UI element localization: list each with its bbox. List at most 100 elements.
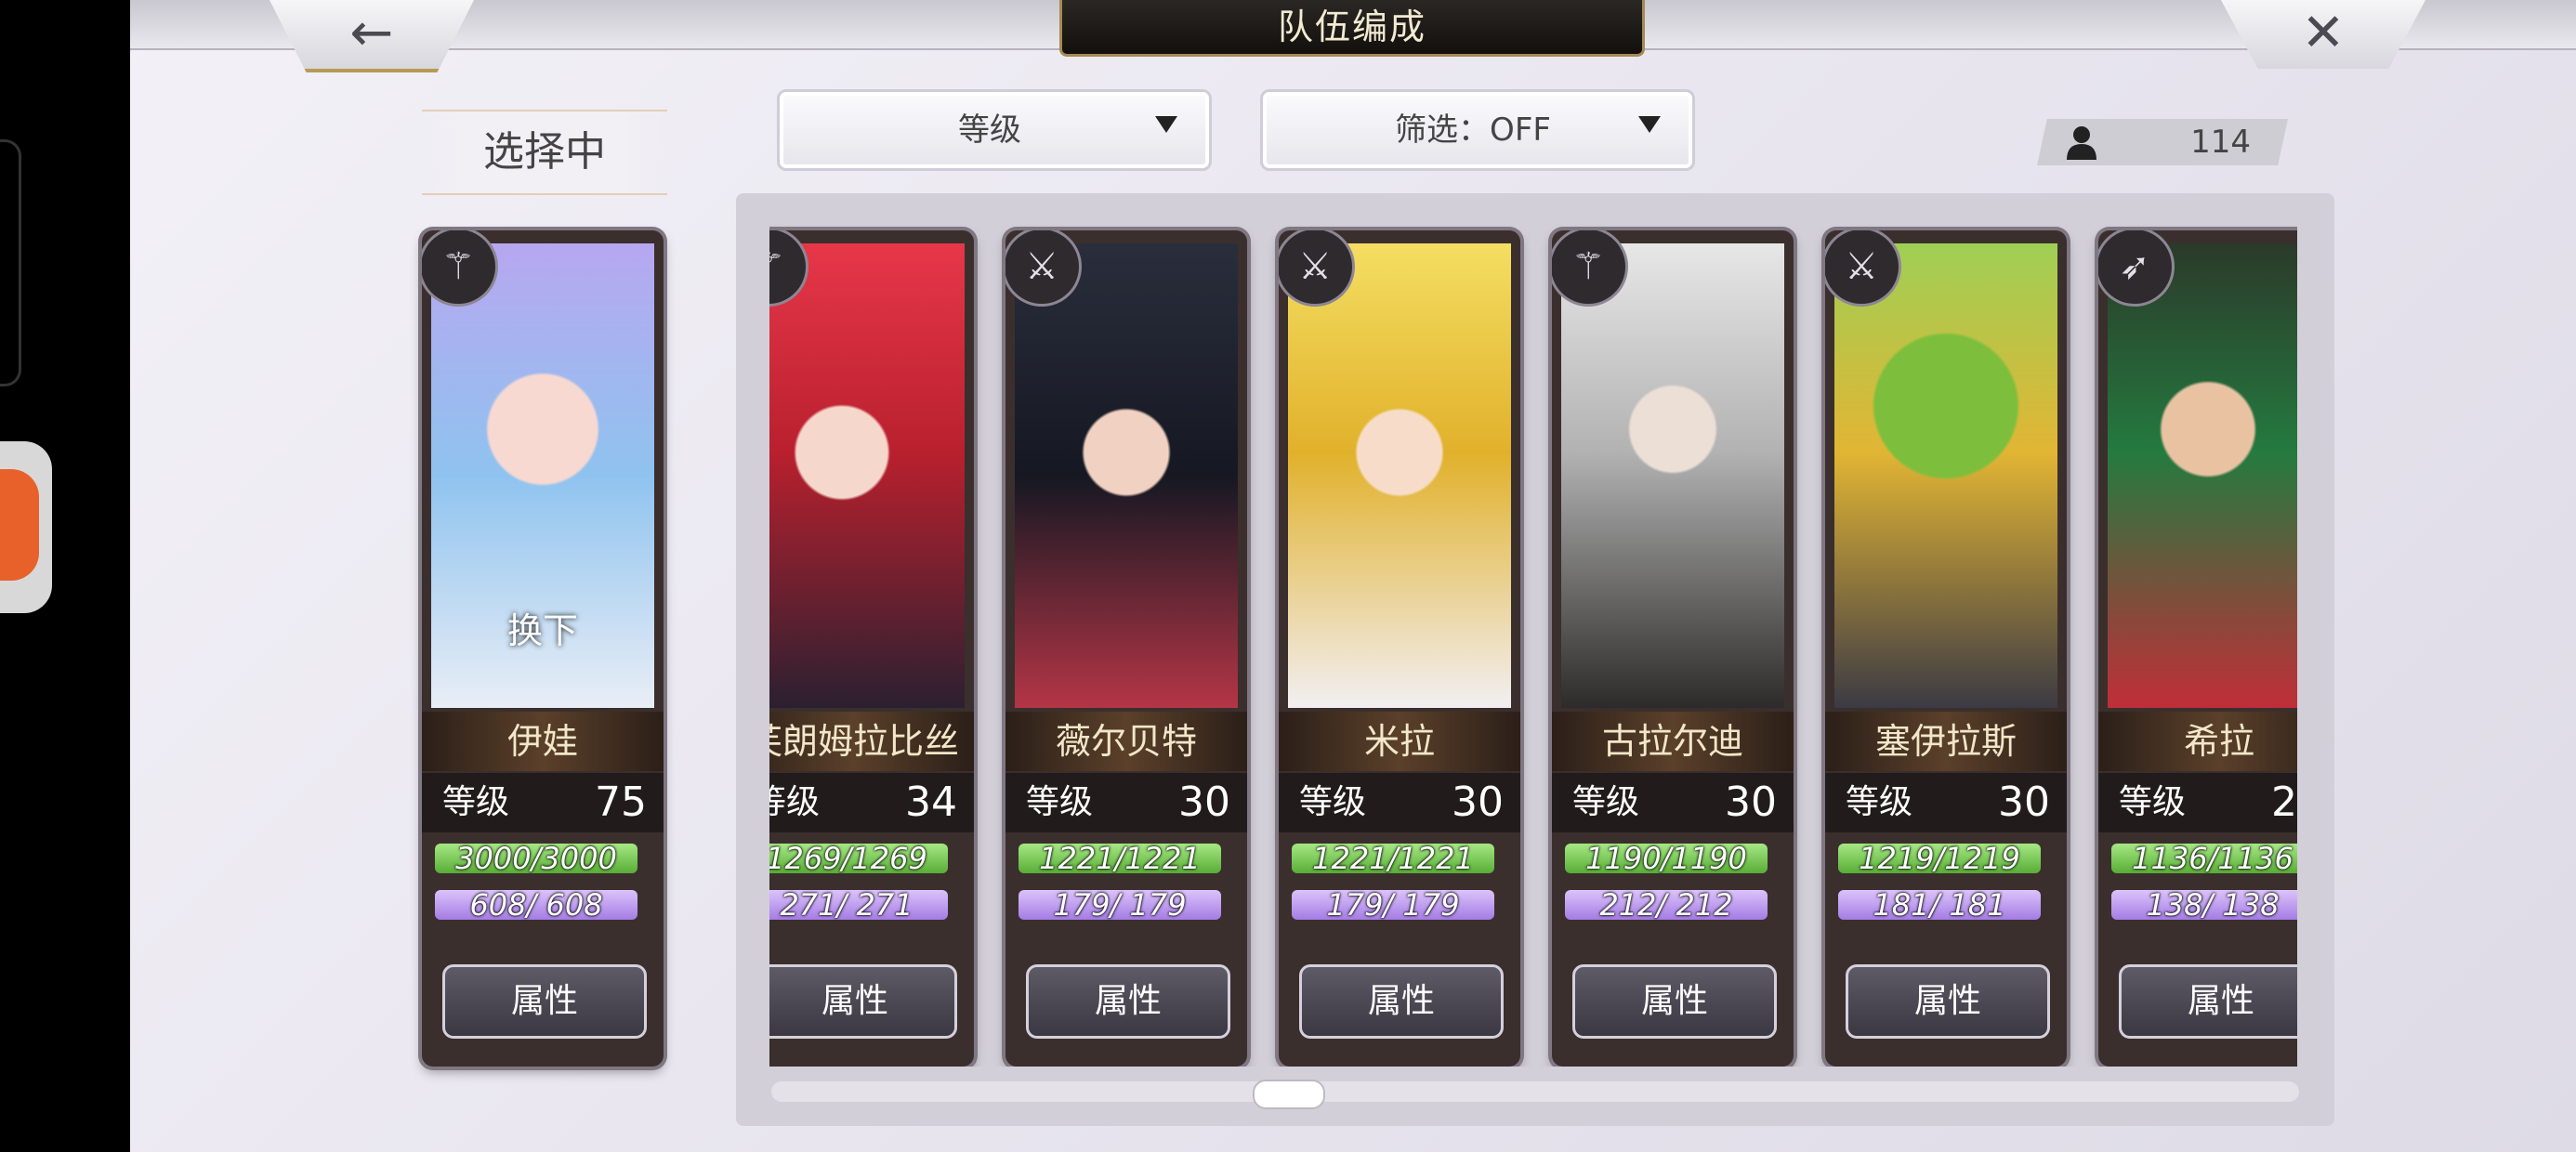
mp-value: 181/ 181 xyxy=(1873,887,2006,923)
roster-count-value: 114 xyxy=(2190,124,2251,161)
mp-value: 179/ 179 xyxy=(1053,887,1187,923)
character-name: 希拉 xyxy=(2183,721,2254,762)
character-card[interactable]: ⚔ 塞伊拉斯 等级 30 1219/1219 181/ 181 属性 xyxy=(1825,230,2067,1067)
hp-bar: 1219/1219 xyxy=(1838,844,2041,873)
selecting-label: 选择中 xyxy=(483,128,606,176)
character-name-plate: 薇尔贝特 xyxy=(1005,712,1247,771)
character-portrait xyxy=(1561,243,1784,708)
hp-value: 3000/3000 xyxy=(455,841,617,876)
close-icon: ✕ xyxy=(2301,3,2346,63)
hp-value: 1136/1136 xyxy=(2132,841,2293,876)
weapon-type-icon: ⚚ xyxy=(769,230,808,307)
attributes-button[interactable]: 属性 xyxy=(1846,964,2050,1039)
level-value: 34 xyxy=(905,779,957,826)
weapon-type-icon: ➶ xyxy=(2098,230,2175,307)
level-row: 等级 75 xyxy=(422,773,664,832)
close-button[interactable]: ✕ xyxy=(2221,0,2425,69)
attributes-button[interactable]: 属性 xyxy=(1572,964,1777,1039)
level-label: 等级 xyxy=(769,783,821,821)
level-row: 等级 30 xyxy=(1279,773,1520,832)
attributes-button-label: 属性 xyxy=(1367,982,1435,1020)
character-name-plate: 芙朗姆拉比丝 xyxy=(769,712,974,771)
hp-value: 1219/1219 xyxy=(1859,841,2020,876)
level-value: 30 xyxy=(1998,779,2050,826)
level-label: 等级 xyxy=(1572,783,1640,821)
character-list[interactable]: ⚚ 芙朗姆拉比丝 等级 34 1269/1269 271/ 271 属性 ⚔ 薇… xyxy=(769,221,2297,1067)
weapon-type-icon: ⚚ xyxy=(1552,230,1628,307)
floating-app-icon[interactable] xyxy=(0,441,52,613)
page-title-bar: 队伍编成 xyxy=(1059,0,1645,57)
filter-dropdown-label: 筛选：OFF xyxy=(1395,111,1551,149)
character-card[interactable]: ⚚ 芙朗姆拉比丝 等级 34 1269/1269 271/ 271 属性 xyxy=(769,230,974,1067)
mp-bar: 271/ 271 xyxy=(769,890,948,920)
mp-bar: 212/ 212 xyxy=(1565,890,1768,920)
selected-character-card[interactable]: 换下 ⚚ 伊娃 等级 75 3000/3000 608/ 608 属性 xyxy=(422,230,664,1067)
level-label: 等级 xyxy=(1846,783,1913,821)
level-row: 等级 27 xyxy=(2098,773,2297,832)
attributes-button-label: 属性 xyxy=(821,982,888,1020)
back-arrow-icon: ← xyxy=(349,3,394,63)
device-left-bar xyxy=(0,0,130,1152)
hp-value: 1221/1221 xyxy=(1312,841,1474,876)
side-panel-handle[interactable] xyxy=(0,139,21,386)
hp-value: 1269/1269 xyxy=(769,841,927,876)
character-name-plate: 希拉 xyxy=(2098,712,2297,771)
character-portrait xyxy=(1834,243,2057,708)
sort-dropdown-label: 等级 xyxy=(958,111,1021,149)
character-card[interactable]: ⚚ 古拉尔迪 等级 30 1190/1190 212/ 212 属性 xyxy=(1552,230,1794,1067)
attributes-button-label: 属性 xyxy=(1094,982,1162,1020)
level-value: 75 xyxy=(595,779,647,826)
character-card[interactable]: ➶ 希拉 等级 27 1136/1136 138/ 138 属性 xyxy=(2098,230,2297,1067)
mp-value: 271/ 271 xyxy=(780,887,913,923)
level-value: 30 xyxy=(1178,779,1230,826)
level-label: 等级 xyxy=(1026,783,1094,821)
level-value: 30 xyxy=(1725,779,1777,826)
attributes-button-label: 属性 xyxy=(2187,982,2254,1020)
weapon-type-icon: ⚔ xyxy=(1279,230,1355,307)
list-scroll-thumb[interactable] xyxy=(1253,1080,1325,1109)
mp-bar: 608/ 608 xyxy=(435,890,637,920)
selecting-label-box: 选择中 xyxy=(422,110,667,195)
mp-bar: 179/ 179 xyxy=(1292,890,1494,920)
character-name-plate: 米拉 xyxy=(1279,712,1520,771)
attributes-button-label: 属性 xyxy=(1913,982,1981,1020)
attributes-button[interactable]: 属性 xyxy=(1026,964,1230,1039)
mp-bar: 181/ 181 xyxy=(1838,890,2041,920)
character-card[interactable]: ⚔ 薇尔贝特 等级 30 1221/1221 179/ 179 属性 xyxy=(1005,230,1247,1067)
sort-dropdown[interactable]: 等级 xyxy=(777,89,1212,171)
mp-bar: 179/ 179 xyxy=(1019,890,1221,920)
back-button[interactable]: ← xyxy=(269,0,474,72)
character-name: 古拉尔迪 xyxy=(1601,721,1743,762)
hp-bar: 1269/1269 xyxy=(769,844,948,873)
attributes-button[interactable]: 属性 xyxy=(2119,964,2297,1039)
character-name: 薇尔贝特 xyxy=(1055,721,1197,762)
chevron-down-icon xyxy=(1155,116,1177,133)
attributes-button[interactable]: 属性 xyxy=(442,964,647,1039)
chevron-down-icon xyxy=(1638,116,1661,133)
hp-bar: 1221/1221 xyxy=(1019,844,1221,873)
character-portrait xyxy=(1015,243,1238,708)
hp-value: 1221/1221 xyxy=(1039,841,1201,876)
level-value: 27 xyxy=(2271,779,2297,826)
hp-bar: 1190/1190 xyxy=(1565,844,1768,873)
level-value: 30 xyxy=(1452,779,1504,826)
level-label: 等级 xyxy=(442,783,510,821)
game-screen: ← 队伍编成 ✕ 选择中 等级 筛选：OFF 114 换下 ⚚ 伊娃 等级 75… xyxy=(130,0,2576,1152)
weapon-type-icon: ⚔ xyxy=(1005,230,1082,307)
character-card[interactable]: ⚔ 米拉 等级 30 1221/1221 179/ 179 属性 xyxy=(1279,230,1520,1067)
attributes-button[interactable]: 属性 xyxy=(1299,964,1504,1039)
character-portrait xyxy=(2108,243,2297,708)
level-row: 等级 34 xyxy=(769,773,974,832)
hp-value: 1190/1190 xyxy=(1585,841,1747,876)
character-name: 芙朗姆拉比丝 xyxy=(769,721,959,762)
hp-bar: 3000/3000 xyxy=(435,844,637,873)
attributes-button[interactable]: 属性 xyxy=(769,964,957,1039)
filter-dropdown[interactable]: 筛选：OFF xyxy=(1260,89,1695,171)
list-scroll-track[interactable] xyxy=(771,1081,2299,1102)
attributes-button-label: 属性 xyxy=(510,982,578,1020)
character-name-plate: 古拉尔迪 xyxy=(1552,712,1794,771)
character-name: 伊娃 xyxy=(506,721,578,762)
level-label: 等级 xyxy=(2119,783,2187,821)
swap-out-label: 换下 xyxy=(506,610,578,651)
level-row: 等级 30 xyxy=(1005,773,1247,832)
